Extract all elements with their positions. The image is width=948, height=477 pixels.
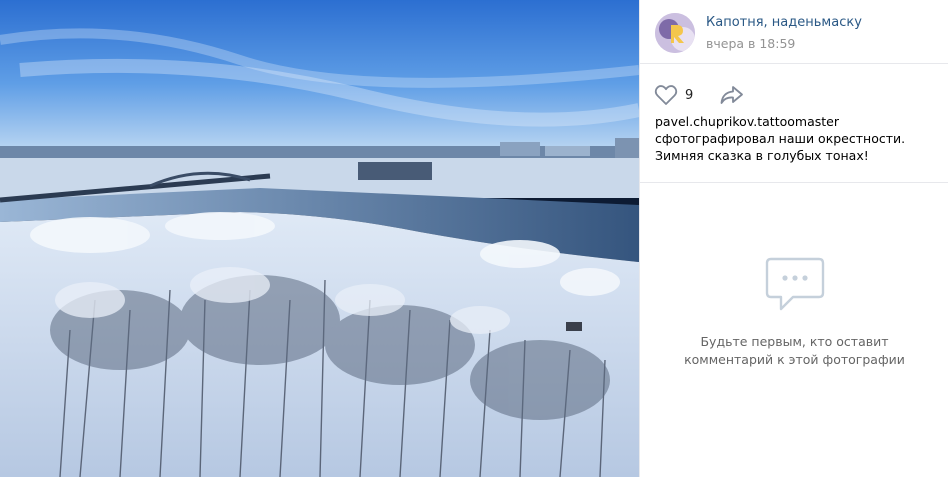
post-header: Капотня, наденьмаску вчера в 18:59: [640, 0, 948, 64]
post-photo[interactable]: [0, 0, 639, 477]
heart-icon: [654, 85, 678, 105]
winter-landscape-image: [0, 0, 639, 477]
caption-mention: pavel.chuprikov.tattoomaster: [655, 114, 839, 129]
avatar[interactable]: [655, 13, 695, 53]
divider: [640, 182, 948, 183]
caption-text: сфотографировал наши окрестности. Зимняя…: [655, 131, 906, 163]
speech-bubble-icon: [765, 257, 824, 311]
author-link[interactable]: Капотня, наденьмаску: [706, 15, 862, 30]
like-button[interactable]: 9: [654, 83, 693, 107]
comments-empty-line2: комментарий к этой фотографии: [684, 352, 905, 367]
comments-empty-state: Будьте первым, кто оставит комментарий к…: [640, 255, 948, 369]
comments-empty-line1: Будьте первым, кто оставит: [700, 334, 889, 349]
share-button[interactable]: [719, 83, 745, 107]
post-caption: pavel.chuprikov.tattoomaster сфотографир…: [655, 113, 945, 164]
share-arrow-icon: [720, 86, 743, 104]
comments-empty-text: Будьте первым, кто оставит комментарий к…: [640, 333, 948, 369]
like-count: 9: [685, 87, 694, 103]
post-date[interactable]: вчера в 18:59: [706, 36, 795, 51]
post-info-panel: Капотня, наденьмаску вчера в 18:59 9 pav…: [639, 0, 948, 477]
